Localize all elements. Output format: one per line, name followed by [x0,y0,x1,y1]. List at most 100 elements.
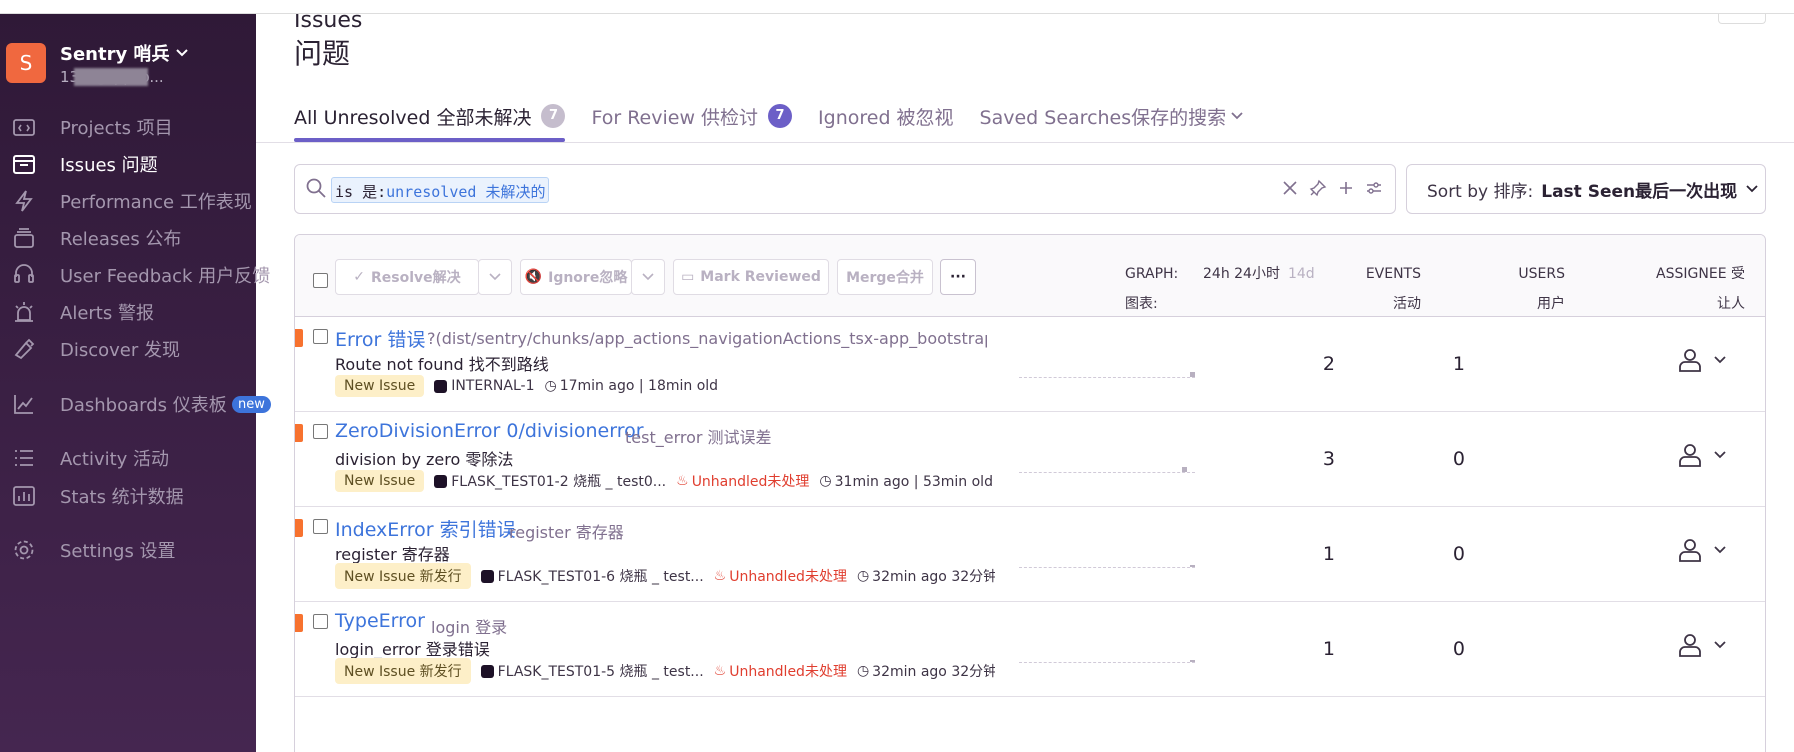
sidebar-item-performance[interactable]: Performance 工作表现 [0,184,256,218]
sidebar-item-user-feedback[interactable]: User Feedback 用户反馈 [0,258,270,292]
issue-title[interactable]: IndexError 索引错误 [335,515,516,542]
org-avatar: S [6,43,46,83]
row-checkbox[interactable] [313,519,328,534]
sidebar-item-stats[interactable]: Stats 统计数据 [0,479,256,513]
tabs-divider [256,142,1794,143]
activity-icon [10,444,38,472]
sliders-icon[interactable] [1365,179,1383,197]
user-icon [1679,634,1701,657]
plus-icon[interactable] [1337,179,1355,197]
project-short-id[interactable]: INTERNAL-1 [434,378,535,394]
issue-time: ◷ 17min ago | 18min old [544,378,719,394]
issue-tabs: All Unresolved 全部未解决 7 For Review 供检讨 7 … [294,98,1270,142]
sidebar-item-alerts[interactable]: Alerts 警报 [0,295,256,329]
tab-all-unresolved[interactable]: All Unresolved 全部未解决 7 [294,98,566,142]
sidebar-item-discover[interactable]: Discover 发现 [0,332,256,366]
resolve-dropdown-button[interactable] [478,259,512,295]
user-icon [1679,444,1701,467]
tab-count-badge: 7 [768,104,793,128]
assignee-column-header: ASSIGNEE 受让人 [1656,266,1745,312]
fire-icon: ♨ [713,568,727,584]
issue-row[interactable]: Error 错误 ?(dist/sentry/chunks/app_action… [295,317,1765,412]
tab-for-review[interactable]: For Review 供检讨 7 [591,98,793,134]
clock-icon: ◷ [819,473,832,489]
resolve-button[interactable]: ✓ Resolve解决 [335,259,479,295]
row-checkbox[interactable] [313,424,328,439]
clock-icon: ◷ [856,663,870,679]
mark-reviewed-button[interactable]: ▭ Mark Reviewed [673,259,829,295]
level-indicator [295,519,303,537]
ignore-dropdown-button[interactable] [631,259,665,295]
sidebar-item-releases[interactable]: Releases 公布 [0,221,256,255]
issue-row[interactable]: IndexError 索引错误 register 寄存器 register 寄存… [295,507,1765,602]
ellipsis-icon: ··· [950,269,966,285]
row-checkbox[interactable] [313,614,328,629]
user-email: 13 2@qq.co... [60,68,189,86]
event-count: 1 [1322,638,1335,660]
page-title: 问题 [294,37,351,70]
issue-row[interactable]: TypeError login 登录 login_error 登录错误 New … [295,602,1765,697]
sort-dropdown[interactable]: Sort by 排序: Last Seen最后一次出现 [1406,164,1766,214]
issue-title[interactable]: ZeroDivisionError 0/divisionerror [335,420,644,442]
issue-culprit: register 寄存器 [509,523,624,542]
tab-label: Saved Searches保存的搜索 [979,106,1227,129]
chevron-down-icon [1714,641,1726,649]
graph-column-header: GRAPH: 图表: 24h 24小时 14d [1125,266,1315,312]
tab-saved-searches[interactable]: Saved Searches保存的搜索 [980,98,1245,134]
sidebar-item-label: Dashboards 仪表板 [60,395,227,416]
sidebar-item-activity[interactable]: Activity 活动 [0,441,256,475]
assignee-selector[interactable] [1677,347,1727,373]
issue-message: login_error 登录错误 [335,640,490,659]
more-actions-button[interactable]: ··· [940,259,976,295]
org-switcher[interactable]: S Sentry 哨兵 13 2@qq.co... [6,40,189,86]
sidebar-item-label: Activity 活动 [60,449,170,470]
event-sparkline [1019,565,1195,569]
chevron-down-icon [489,273,501,281]
issue-title[interactable]: Error 错误 [335,325,425,352]
user-count: 0 [1452,448,1465,470]
search-input[interactable]: is 是:unresolved 未解决的 [294,164,1396,214]
assignee-selector[interactable] [1677,632,1727,658]
chevron-down-icon [1714,546,1726,554]
clock-icon: ◷ [856,568,870,584]
ignore-button[interactable]: 🔇 Ignore忽略 [520,259,632,295]
sidebar-item-issues[interactable]: Issues 问题 [0,147,256,181]
stats-icon [10,482,38,510]
issue-culprit: login 登录 [431,618,508,637]
issue-title[interactable]: TypeError [335,610,425,632]
new-issue-badge: New Issue [335,375,425,397]
fire-icon: ♨ [713,663,727,679]
discover-icon [10,335,38,363]
assignee-selector[interactable] [1677,537,1727,563]
issue-message: division by zero 零除法 [335,450,514,469]
assignee-selector[interactable] [1677,442,1727,468]
merge-button[interactable]: Merge合并 [837,259,933,295]
browser-bookmarks-strip [0,0,1794,14]
project-short-id[interactable]: FLASK_TEST01-2 烧瓶 _ test0... [434,471,666,491]
sidebar-item-settings[interactable]: Settings 设置 [0,533,256,567]
tab-ignored[interactable]: Ignored 被忽视 [818,98,954,134]
level-indicator [295,329,303,347]
users-column-header: USERS 用户 [1518,266,1565,312]
graph-24h-toggle[interactable]: 24h 24小时 [1203,266,1280,282]
platform-icon [480,569,494,583]
sidebar-item-label: Issues 问题 [60,155,158,176]
user-count: 0 [1452,543,1465,565]
pin-icon[interactable] [1309,179,1327,197]
alerts-icon [10,298,38,326]
clock-icon: ◷ [544,378,557,394]
sidebar-item-label: User Feedback 用户反馈 [60,266,271,287]
select-all-checkbox[interactable] [313,273,328,288]
platform-icon [434,379,448,393]
sidebar-item-projects[interactable]: Projects 项目 [0,110,256,144]
sidebar-item-label: Projects 项目 [60,118,173,139]
sidebar-item-dashboards[interactable]: Dashboards 仪表板 new [0,387,271,421]
project-short-id[interactable]: FLASK_TEST01-6 烧瓶 _ test... [480,566,704,586]
project-short-id[interactable]: FLASK_TEST01-5 烧瓶 _ test... [480,661,704,681]
graph-14d-toggle[interactable]: 14d [1288,266,1315,282]
row-checkbox[interactable] [313,329,328,344]
close-icon[interactable] [1281,179,1299,197]
issue-row[interactable]: ZeroDivisionError 0/divisionerror test_e… [295,412,1765,507]
search-token[interactable]: is 是:unresolved 未解决的 [331,177,550,203]
tab-count-badge: 7 [541,104,566,128]
